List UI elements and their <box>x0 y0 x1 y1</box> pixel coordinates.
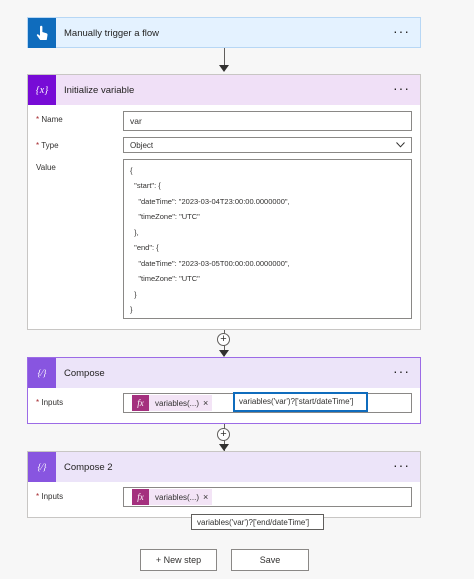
variable-icon: {x} <box>28 75 56 105</box>
arrow-down-icon <box>219 350 229 357</box>
value-line: "dateTime": "2023-03-05T00:00:00.0000000… <box>130 259 290 268</box>
remove-token-icon[interactable]: × <box>203 492 212 502</box>
chevron-down-icon <box>396 142 405 148</box>
name-field[interactable]: var <box>123 111 412 131</box>
value-line: "timeZone": "UTC" <box>130 212 200 221</box>
compose-title: Compose <box>64 367 105 379</box>
init-variable-title: Initialize variable <box>64 84 135 96</box>
trigger-title: Manually trigger a flow <box>64 27 160 39</box>
value-line: { <box>130 166 133 175</box>
initialize-variable-card[interactable]: {x} Initialize variable ··· * Name var *… <box>27 74 421 330</box>
compose-menu-button[interactable]: ··· <box>393 364 410 378</box>
type-dropdown[interactable]: Object <box>123 137 412 153</box>
compose-2-inputs-field[interactable]: fx variables(...) × <box>123 487 412 507</box>
tooltip-text: variables('var')?['end/dateTime'] <box>197 518 310 527</box>
trigger-card[interactable]: Manually trigger a flow ··· <box>27 17 421 48</box>
type-value: Object <box>130 141 154 150</box>
compose-2-card[interactable]: {⁄} Compose 2 ··· * Inputs fx variables(… <box>27 451 421 518</box>
expression-text: variables('var')?['start/dateTime'] <box>239 397 354 406</box>
fx-icon: fx <box>132 489 149 505</box>
save-button[interactable]: Save <box>231 549 309 571</box>
touch-icon <box>28 18 56 48</box>
insert-step-button[interactable]: + <box>217 428 230 441</box>
compose-2-title: Compose 2 <box>64 461 113 473</box>
insert-step-button[interactable]: + <box>217 333 230 346</box>
value-line: }, <box>130 228 139 237</box>
name-label: * Name <box>36 115 63 124</box>
value-line: "start": { <box>130 181 161 190</box>
compose-card[interactable]: {⁄} Compose ··· * Inputs fx variables(..… <box>27 357 421 424</box>
init-variable-header[interactable]: {x} Initialize variable ··· <box>28 75 420 105</box>
new-step-button[interactable]: + New step <box>140 549 217 571</box>
remove-token-icon[interactable]: × <box>203 398 212 408</box>
value-line: } <box>130 305 133 314</box>
token-label: variables(...) <box>155 492 200 502</box>
expression-token[interactable]: fx variables(...) × <box>132 489 213 505</box>
value-line: "dateTime": "2023-03-04T23:00:00.0000000… <box>130 197 290 206</box>
init-variable-menu-button[interactable]: ··· <box>393 81 410 95</box>
value-field[interactable]: { "start": { "dateTime": "2023-03-04T23:… <box>123 159 412 319</box>
name-value: var <box>130 116 142 126</box>
token-label: variables(...) <box>155 398 200 408</box>
trigger-menu-button[interactable]: ··· <box>393 24 410 38</box>
arrow-down-icon <box>219 65 229 72</box>
compose-2-menu-button[interactable]: ··· <box>393 458 410 472</box>
compose-icon: {⁄} <box>28 358 56 388</box>
type-label: * Type <box>36 141 59 150</box>
expression-tooltip: variables('var')?['end/dateTime'] <box>191 514 324 530</box>
value-line: "end": { <box>130 243 159 252</box>
fx-icon: fx <box>132 395 149 411</box>
value-line: "timeZone": "UTC" <box>130 274 200 283</box>
value-line: } <box>130 290 137 299</box>
inputs-label: * Inputs <box>36 492 64 501</box>
trigger-header[interactable]: Manually trigger a flow ··· <box>28 18 420 48</box>
connector-line <box>223 48 225 65</box>
value-label: Value <box>36 163 56 172</box>
compose-2-header[interactable]: {⁄} Compose 2 ··· <box>28 452 420 482</box>
arrow-down-icon <box>219 444 229 451</box>
compose-icon: {⁄} <box>28 452 56 482</box>
inputs-label: * Inputs <box>36 398 64 407</box>
expression-token[interactable]: fx variables(...) × <box>132 395 213 411</box>
compose-header[interactable]: {⁄} Compose ··· <box>28 358 420 388</box>
expression-input[interactable]: variables('var')?['start/dateTime'] <box>233 392 368 412</box>
